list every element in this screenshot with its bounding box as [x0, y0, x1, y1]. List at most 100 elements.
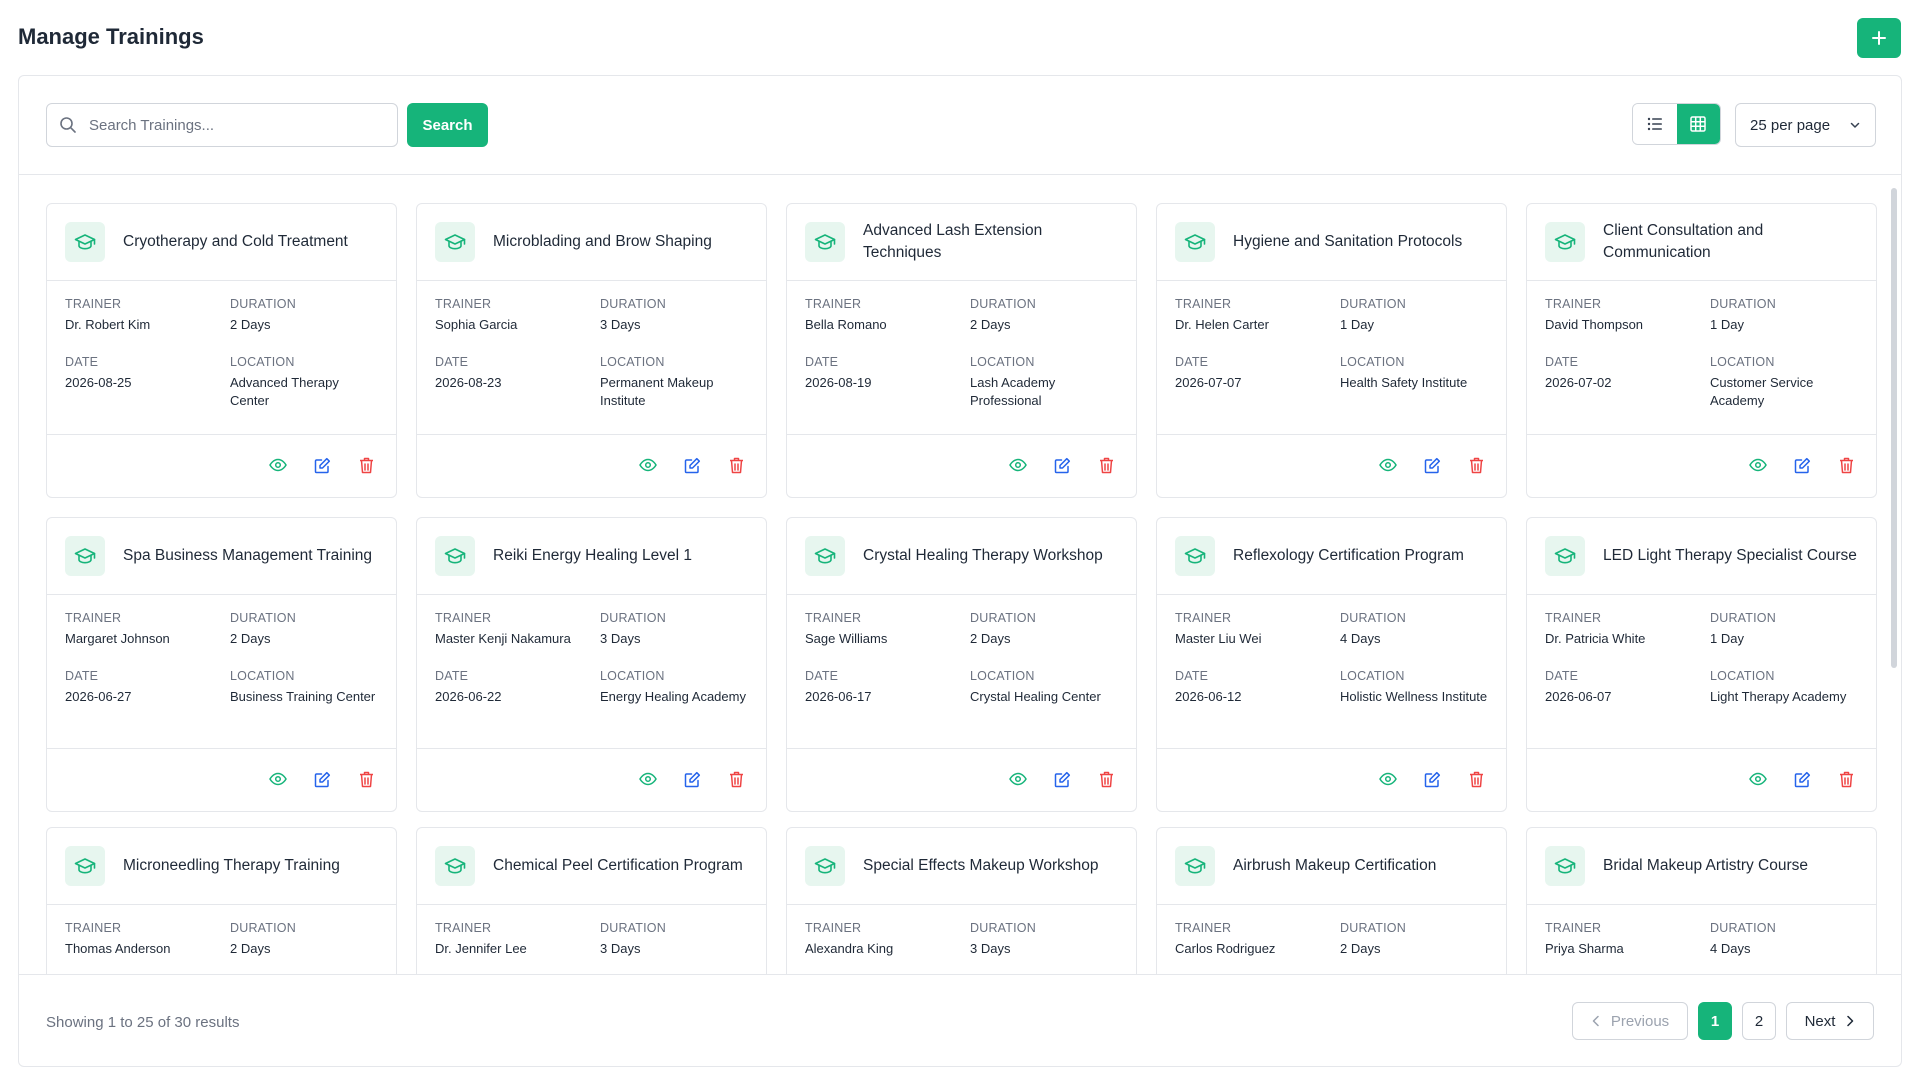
location-label: LOCATION [600, 355, 665, 369]
training-card[interactable]: Advanced Lash Extension Techniques TRAINE… [786, 203, 1137, 498]
search-button[interactable]: Search [407, 103, 488, 147]
training-card[interactable]: LED Light Therapy Specialist Course TRAIN… [1526, 517, 1877, 812]
page: Manage Trainings Search 25 per page [0, 0, 1920, 1080]
delete-button[interactable] [1834, 453, 1858, 477]
location-label: LOCATION [1340, 669, 1405, 683]
view-button[interactable] [1006, 453, 1030, 477]
duration-label: DURATION [230, 297, 296, 311]
view-button[interactable] [636, 767, 660, 791]
delete-button[interactable] [724, 767, 748, 791]
add-training-button[interactable] [1857, 18, 1901, 58]
view-button[interactable] [1006, 767, 1030, 791]
grid-view-button[interactable] [1676, 104, 1720, 144]
training-card[interactable]: Hygiene and Sanitation Protocols TRAINER D… [1156, 203, 1507, 498]
duration-value: 2 Days [230, 941, 271, 956]
card-header: Cryotherapy and Cold Treatment [47, 204, 396, 281]
trainer-value: Dr. Helen Carter [1175, 317, 1269, 332]
training-card[interactable]: Client Consultation and Communication TRA… [1526, 203, 1877, 498]
search-input[interactable] [89, 116, 369, 134]
previous-page-button[interactable]: Previous [1572, 1002, 1688, 1040]
trainer-label: TRAINER [65, 611, 122, 625]
scrollbar[interactable] [1891, 188, 1897, 668]
graduation-cap-icon [1184, 548, 1206, 564]
trainer-value: Thomas Anderson [65, 941, 171, 956]
next-page-button[interactable]: Next [1786, 1002, 1874, 1040]
trainer-field: TRAINER Dr. Robert Kim [65, 297, 230, 334]
date-label: DATE [1175, 355, 1209, 369]
location-label: LOCATION [1710, 355, 1775, 369]
duration-label: DURATION [230, 611, 296, 625]
search-box[interactable] [46, 103, 398, 147]
date-value: 2026-06-22 [435, 689, 502, 704]
edit-icon [1054, 457, 1070, 473]
duration-label: DURATION [600, 297, 666, 311]
training-card[interactable]: Crystal Healing Therapy Workshop TRAINER S… [786, 517, 1137, 812]
date-label: DATE [435, 669, 469, 683]
edit-button[interactable] [1050, 453, 1074, 477]
training-card[interactable]: Microblading and Brow Shaping TRAINER Soph… [416, 203, 767, 498]
duration-label: DURATION [1710, 297, 1776, 311]
delete-button[interactable] [354, 453, 378, 477]
edit-button[interactable] [680, 767, 704, 791]
view-button[interactable] [1376, 453, 1400, 477]
view-icon [1009, 458, 1027, 472]
training-card[interactable]: Reiki Energy Healing Level 1 TRAINER Maste… [416, 517, 767, 812]
training-card[interactable]: Cryotherapy and Cold Treatment TRAINER Dr.… [46, 203, 397, 498]
delete-button[interactable] [1464, 453, 1488, 477]
training-card[interactable]: Spa Business Management Training TRAINER M… [46, 517, 397, 812]
view-button[interactable] [1746, 453, 1770, 477]
page-1-button[interactable]: 1 [1698, 1002, 1732, 1040]
card-icon-badge [65, 222, 105, 262]
trainer-label: TRAINER [435, 611, 492, 625]
location-field: LOCATION Business Training Center [230, 669, 381, 706]
card-icon-badge [435, 222, 475, 262]
delete-button[interactable] [1834, 767, 1858, 791]
trainer-value: David Thompson [1545, 317, 1644, 332]
date-value: 2026-07-02 [1545, 375, 1612, 390]
edit-button[interactable] [1790, 453, 1814, 477]
page-2-button[interactable]: 2 [1742, 1002, 1776, 1040]
pagination-footer: Showing 1 to 25 of 30 results Previous 1… [19, 974, 1901, 1068]
trainer-label: TRAINER [805, 921, 862, 935]
training-card[interactable]: Bridal Makeup Artistry Course TRAINER Priy… [1526, 827, 1877, 974]
date-field: DATE 2026-08-25 [65, 355, 230, 392]
per-page-select[interactable]: 25 per page [1735, 103, 1876, 147]
edit-button[interactable] [1790, 767, 1814, 791]
date-field: DATE 2026-06-07 [1545, 669, 1710, 706]
date-value: 2026-08-23 [435, 375, 502, 390]
view-button[interactable] [1746, 767, 1770, 791]
edit-button[interactable] [1420, 767, 1444, 791]
edit-icon [314, 771, 330, 787]
location-field: LOCATION Light Therapy Academy [1710, 669, 1861, 706]
view-button[interactable] [266, 453, 290, 477]
edit-button[interactable] [1420, 453, 1444, 477]
delete-button[interactable] [724, 453, 748, 477]
view-icon [269, 772, 287, 786]
edit-button[interactable] [310, 767, 334, 791]
card-header: Airbrush Makeup Certification [1157, 828, 1506, 905]
view-button[interactable] [1376, 767, 1400, 791]
training-card[interactable]: Reflexology Certification Program TRAINER… [1156, 517, 1507, 812]
plus-icon [1872, 31, 1886, 45]
delete-button[interactable] [354, 767, 378, 791]
date-value: 2026-08-19 [805, 375, 872, 390]
list-view-button[interactable] [1633, 104, 1677, 144]
training-card[interactable]: Chemical Peel Certification Program TRAIN… [416, 827, 767, 974]
location-label: LOCATION [230, 669, 295, 683]
card-footer [1157, 434, 1506, 499]
card-header: Crystal Healing Therapy Workshop [787, 518, 1136, 595]
edit-button[interactable] [310, 453, 334, 477]
delete-button[interactable] [1094, 767, 1118, 791]
view-icon [1009, 772, 1027, 786]
training-card[interactable]: Airbrush Makeup Certification TRAINER Carl… [1156, 827, 1507, 974]
delete-button[interactable] [1464, 767, 1488, 791]
trainer-label: TRAINER [1545, 297, 1602, 311]
training-card[interactable]: Microneedling Therapy Training TRAINER Tho… [46, 827, 397, 974]
view-button[interactable] [636, 453, 660, 477]
training-card[interactable]: Special Effects Makeup Workshop TRAINER Al… [786, 827, 1137, 974]
edit-button[interactable] [680, 453, 704, 477]
card-icon-badge [1175, 222, 1215, 262]
edit-button[interactable] [1050, 767, 1074, 791]
view-button[interactable] [266, 767, 290, 791]
delete-button[interactable] [1094, 453, 1118, 477]
